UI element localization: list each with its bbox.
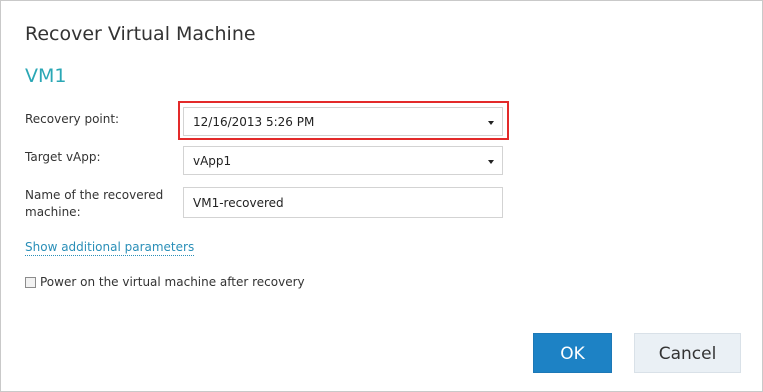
recovered-name-label-line1: Name of the recovered (25, 188, 164, 202)
recovery-point-label: Recovery point: (25, 112, 120, 126)
recover-vm-dialog: Recover Virtual Machine VM1 Recovery poi… (0, 0, 763, 392)
target-vapp-select[interactable]: vApp1 (183, 146, 503, 175)
power-on-label: Power on the virtual machine after recov… (40, 275, 305, 289)
recovery-point-highlight-box (178, 101, 509, 140)
target-vapp-label: Target vApp: (25, 150, 101, 164)
cancel-button[interactable]: Cancel (634, 333, 741, 373)
checkbox-icon[interactable] (25, 276, 36, 288)
recovered-name-label: Name of the recovered machine: (25, 187, 163, 221)
power-on-option[interactable]: Power on the virtual machine after recov… (25, 275, 305, 289)
target-vapp-value: vApp1 (193, 154, 232, 168)
recovered-name-input[interactable]: VM1-recovered (183, 187, 503, 218)
show-additional-parameters-link[interactable]: Show additional parameters (25, 240, 195, 256)
ok-button[interactable]: OK (533, 333, 612, 373)
vm-name-heading: VM1 (25, 65, 67, 87)
dialog-title: Recover Virtual Machine (25, 23, 256, 45)
recovered-name-value: VM1-recovered (193, 196, 284, 210)
recovered-name-label-line2: machine: (25, 205, 81, 219)
chevron-down-icon (488, 160, 494, 164)
